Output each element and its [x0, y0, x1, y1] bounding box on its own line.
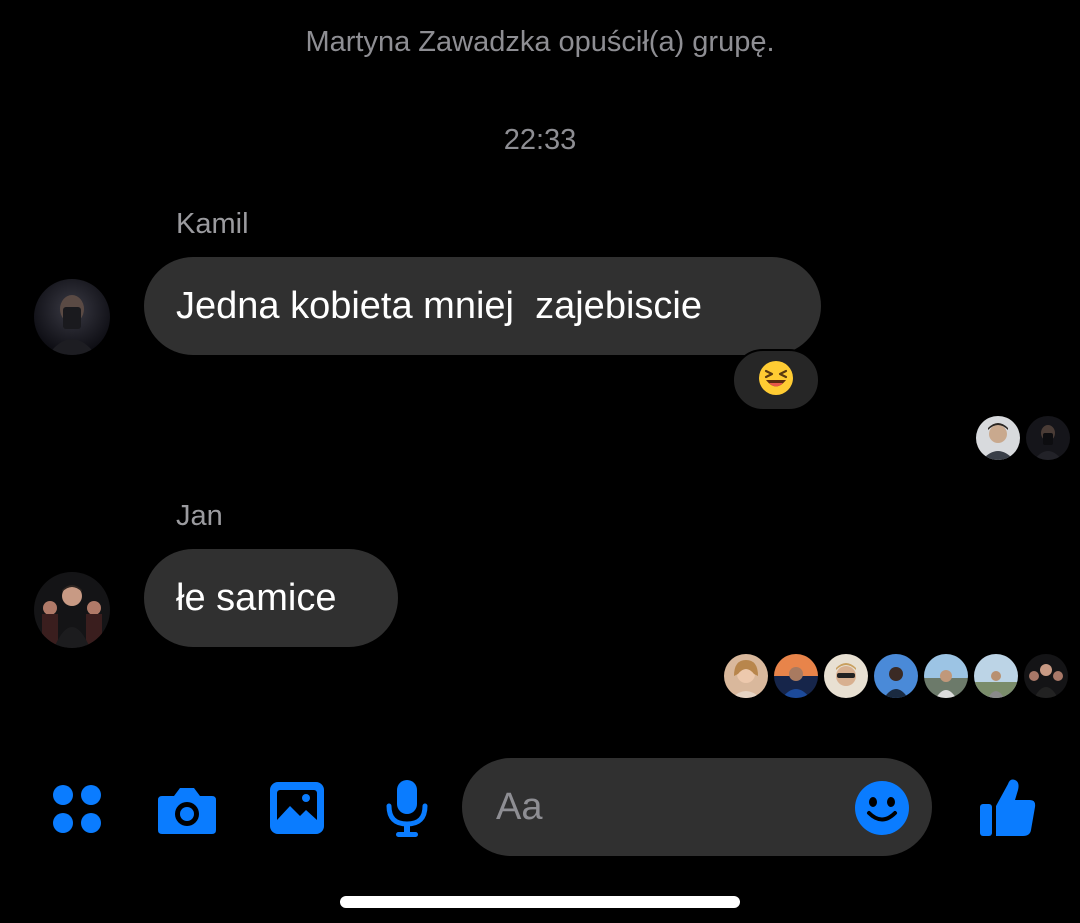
- read-receipt-avatar: [724, 654, 768, 698]
- read-receipts-1: [976, 416, 1070, 460]
- avatar-jan[interactable]: [34, 572, 110, 648]
- message-bubble-kamil[interactable]: Jedna kobieta mniej zajebiscie: [144, 257, 821, 355]
- avatar-kamil[interactable]: [34, 279, 110, 355]
- sender-name-jan: Jan: [176, 500, 223, 532]
- laughing-emoji-icon: [757, 359, 795, 402]
- thumbs-up-icon[interactable]: [978, 776, 1038, 843]
- gallery-icon[interactable]: [268, 780, 326, 841]
- sender-name-kamil: Kamil: [176, 208, 249, 240]
- home-indicator[interactable]: [340, 896, 740, 908]
- message-input[interactable]: Aa: [462, 758, 932, 856]
- read-receipts-2: [724, 654, 1068, 698]
- microphone-icon[interactable]: [384, 778, 430, 843]
- read-receipt-avatar: [874, 654, 918, 698]
- read-receipt-avatar: [974, 654, 1018, 698]
- menu-grid-icon[interactable]: [50, 782, 104, 841]
- emoji-icon[interactable]: [854, 780, 910, 841]
- read-receipt-avatar: [976, 416, 1020, 460]
- message-reaction[interactable]: [732, 349, 820, 411]
- message-input-placeholder: Aa: [496, 786, 543, 828]
- read-receipt-avatar: [1026, 416, 1070, 460]
- message-bubble-jan[interactable]: łe samice: [144, 549, 398, 647]
- chat-screen: Martyna Zawadzka opuścił(a) grupę. 22:33…: [0, 0, 1080, 923]
- read-receipt-avatar: [824, 654, 868, 698]
- read-receipt-avatar: [924, 654, 968, 698]
- camera-icon[interactable]: [156, 782, 218, 841]
- read-receipt-avatar: [774, 654, 818, 698]
- system-message: Martyna Zawadzka opuścił(a) grupę.: [305, 26, 775, 58]
- message-timestamp: 22:33: [503, 124, 577, 156]
- read-receipt-avatar: [1024, 654, 1068, 698]
